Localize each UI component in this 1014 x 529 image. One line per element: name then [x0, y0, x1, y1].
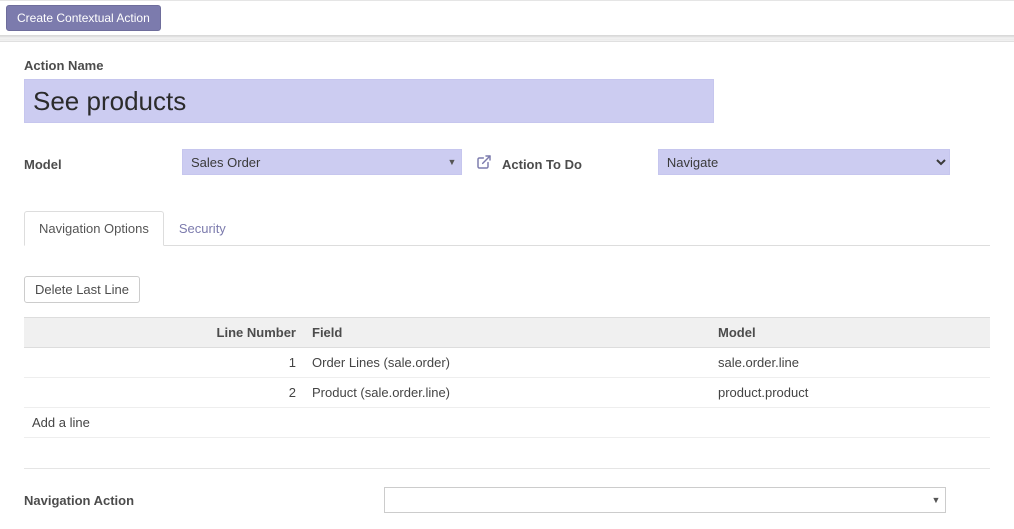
action-name-label: Action Name — [24, 58, 990, 73]
col-field: Field — [304, 318, 710, 348]
tabs: Navigation Options Security — [24, 211, 990, 246]
cell-line-number: 2 — [24, 378, 304, 408]
action-to-do-select[interactable]: Navigate — [658, 149, 950, 175]
tab-navigation-options-body: Delete Last Line Line Number Field Model… — [24, 246, 990, 513]
form-sheet: Action Name Model ▼ Action To Do Navigat… — [0, 42, 1014, 513]
tab-security[interactable]: Security — [164, 211, 241, 246]
chevron-down-icon[interactable]: ▼ — [443, 157, 461, 167]
tab-navigation-options[interactable]: Navigation Options — [24, 211, 164, 246]
model-select[interactable]: ▼ — [182, 149, 462, 175]
model-select-input[interactable] — [183, 152, 443, 173]
navigation-action-select[interactable]: ▼ — [384, 487, 946, 513]
add-line-row[interactable]: Add a line — [24, 408, 990, 438]
external-link-icon[interactable] — [476, 154, 492, 170]
navigation-action-input[interactable] — [385, 490, 927, 511]
cell-field: Product (sale.order.line) — [304, 378, 710, 408]
create-contextual-action-button[interactable]: Create Contextual Action — [6, 5, 161, 31]
cell-model: sale.order.line — [710, 348, 990, 378]
action-name-input[interactable] — [24, 79, 714, 123]
navigation-action-label: Navigation Action — [24, 493, 384, 508]
navigation-lines-table: Line Number Field Model 1 Order Lines (s… — [24, 317, 990, 438]
table-row[interactable]: 2 Product (sale.order.line) product.prod… — [24, 378, 990, 408]
add-line-link[interactable]: Add a line — [24, 408, 990, 438]
cell-model: product.product — [710, 378, 990, 408]
action-to-do-label: Action To Do — [502, 153, 582, 172]
chevron-down-icon[interactable]: ▼ — [927, 495, 945, 505]
section-divider — [24, 468, 990, 469]
table-row[interactable]: 1 Order Lines (sale.order) sale.order.li… — [24, 348, 990, 378]
model-label: Model — [24, 153, 182, 172]
cell-field: Order Lines (sale.order) — [304, 348, 710, 378]
col-line-number: Line Number — [24, 318, 304, 348]
top-toolbar: Create Contextual Action — [0, 0, 1014, 36]
cell-line-number: 1 — [24, 348, 304, 378]
col-model: Model — [710, 318, 990, 348]
delete-last-line-button[interactable]: Delete Last Line — [24, 276, 140, 303]
